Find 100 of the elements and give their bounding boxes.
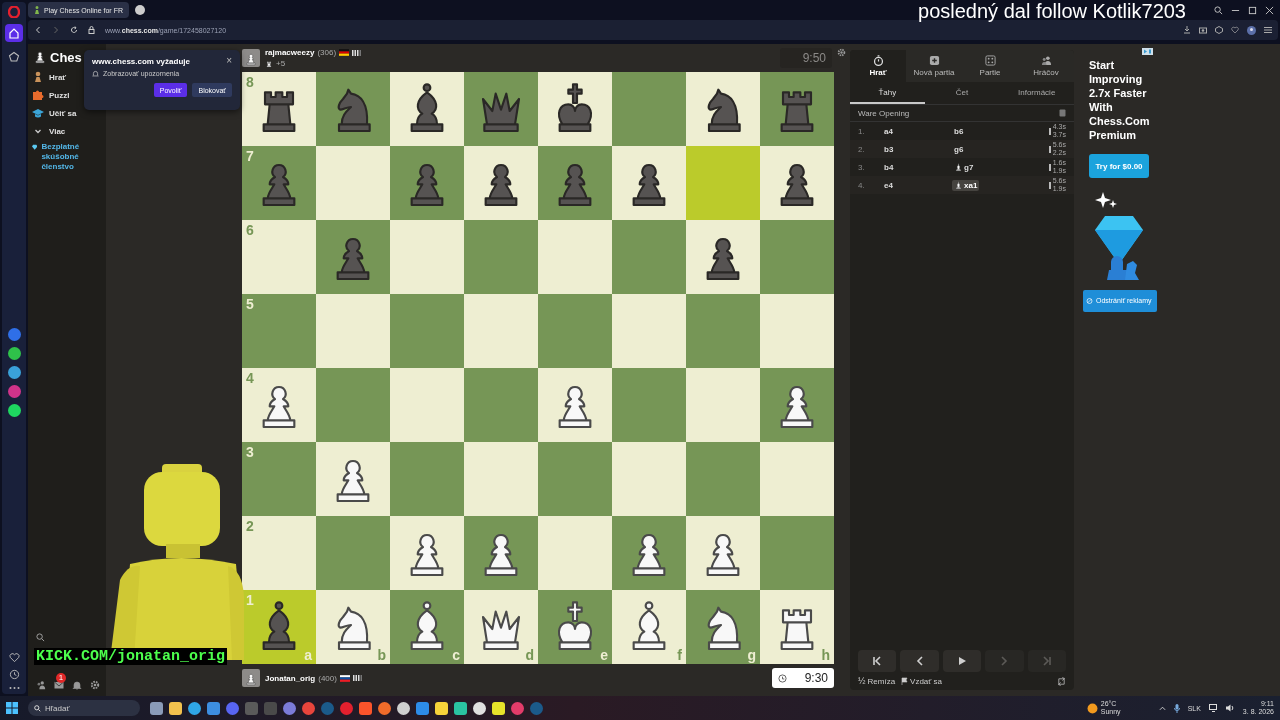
windows-logo-icon[interactable] <box>6 702 18 714</box>
stopwatch-icon <box>872 55 884 66</box>
bell-icon[interactable] <box>72 680 82 690</box>
move[interactable]: xa1 <box>952 179 980 191</box>
download-icon[interactable] <box>1183 26 1191 34</box>
material-advantage: +5 <box>276 59 286 68</box>
menu-icon[interactable] <box>1264 26 1272 34</box>
player-name[interactable]: Jonatan_orig <box>265 673 316 683</box>
nav-item[interactable]: Viac <box>32 124 102 138</box>
move[interactable]: b6 <box>952 125 966 137</box>
board-square[interactable] <box>612 516 686 590</box>
board-square[interactable] <box>612 146 686 220</box>
board-square[interactable] <box>316 442 390 516</box>
pawn-icon <box>243 51 259 67</box>
board-square[interactable] <box>686 220 760 294</box>
maximize-icon[interactable] <box>1248 5 1257 15</box>
avatar[interactable] <box>242 669 260 687</box>
search-icon <box>34 704 41 712</box>
rank-label: 8 <box>246 74 254 90</box>
panel-tab[interactable]: Čet <box>924 82 1000 104</box>
search-icon[interactable] <box>36 633 45 642</box>
rank-label: 1 <box>246 592 254 608</box>
move[interactable]: b3 <box>882 143 896 155</box>
new-tab-button[interactable] <box>135 5 145 15</box>
network-icon[interactable] <box>1208 704 1218 712</box>
connection-icon <box>352 49 362 56</box>
player-name[interactable]: rajmacweezy <box>265 48 315 57</box>
rank-label: 5 <box>246 296 254 312</box>
move-nav-button[interactable] <box>942 650 982 672</box>
search-icon[interactable] <box>1214 5 1223 15</box>
avatar[interactable] <box>242 49 260 67</box>
board-square[interactable] <box>538 72 612 146</box>
board-square[interactable] <box>538 368 612 442</box>
move[interactable]: g7 <box>952 161 976 173</box>
people-icon <box>1040 55 1052 66</box>
bishop-icon <box>954 180 963 190</box>
plus-square-icon <box>928 55 940 66</box>
board-square[interactable] <box>390 516 464 590</box>
nav-tab[interactable]: Partie <box>962 50 1018 82</box>
friends-icon[interactable] <box>36 680 46 690</box>
settings-icon[interactable] <box>90 680 100 690</box>
pawn-icon <box>32 71 44 83</box>
lock-icon[interactable] <box>88 26 95 34</box>
board-square[interactable] <box>686 516 760 590</box>
close-icon[interactable] <box>1265 5 1274 15</box>
grid-icon <box>984 55 996 66</box>
board-square[interactable] <box>760 368 834 442</box>
graduation-cap-icon <box>32 107 44 119</box>
more-icon[interactable] <box>8 686 20 690</box>
square-app-icon[interactable] <box>492 701 505 715</box>
home-icon <box>8 27 20 39</box>
nav-item[interactable]: Puzzl <box>32 88 102 102</box>
site-logo[interactable]: Ches <box>50 49 82 65</box>
board-square[interactable] <box>760 146 834 220</box>
move-number: 1. <box>858 126 866 136</box>
heart-icon[interactable] <box>8 652 20 663</box>
draw-button[interactable]: ½ Remíza <box>858 676 896 686</box>
trial-link[interactable]: Bezplatné skúšobné členstvo <box>41 142 102 172</box>
user-icon[interactable] <box>1247 25 1256 35</box>
rank-label: 2 <box>246 518 254 534</box>
sidebar-button[interactable] <box>5 24 23 42</box>
nav-item[interactable]: Hrať <box>32 70 102 84</box>
stream-follow-overlay: posledný dal follow Kotlik7203 <box>918 0 1186 23</box>
move[interactable]: a4 <box>882 125 895 137</box>
microphone-icon[interactable] <box>1173 703 1180 713</box>
panel-tab[interactable]: Ťahy <box>850 82 925 104</box>
cube-icon[interactable] <box>1215 26 1223 34</box>
search-field[interactable]: Hľadať <box>28 700 140 716</box>
pawn-icon <box>34 6 40 14</box>
board-square[interactable] <box>390 72 464 146</box>
play-icon <box>957 656 967 666</box>
panel-tab[interactable]: Informácie <box>999 82 1074 104</box>
board-square[interactable] <box>464 516 538 590</box>
connection-icon <box>352 675 362 681</box>
mail-icon[interactable] <box>54 680 64 690</box>
reload-icon[interactable] <box>70 26 78 34</box>
move[interactable]: b4 <box>882 161 896 173</box>
resign-button[interactable]: Vzdať sa <box>901 676 942 686</box>
board-square[interactable] <box>464 146 538 220</box>
close-button[interactable]: × <box>226 56 232 66</box>
move[interactable]: e4 <box>882 179 895 191</box>
heart-icon[interactable] <box>1231 26 1239 34</box>
volume-icon[interactable] <box>1225 704 1235 712</box>
move[interactable]: g6 <box>952 143 966 155</box>
nav-tab[interactable]: Nová partia <box>906 50 962 82</box>
settings-icon[interactable] <box>837 47 846 57</box>
back-icon[interactable] <box>34 26 42 34</box>
board-square[interactable] <box>686 72 760 146</box>
history-icon[interactable] <box>8 669 20 680</box>
nav-item[interactable]: Učiť sa <box>32 106 102 120</box>
camera-icon[interactable] <box>1199 26 1207 34</box>
chevron-up-icon[interactable] <box>1158 704 1166 712</box>
nav-tab[interactable]: Hráčov <box>1018 50 1074 82</box>
rank-label: 6 <box>246 222 254 238</box>
sun-icon <box>1086 702 1098 714</box>
move-nav-button[interactable] <box>858 650 897 672</box>
flag-icon <box>339 49 350 56</box>
flip-board-icon[interactable] <box>1057 676 1066 686</box>
opera-logo-icon[interactable] <box>8 6 20 18</box>
pawn-icon <box>243 671 259 687</box>
